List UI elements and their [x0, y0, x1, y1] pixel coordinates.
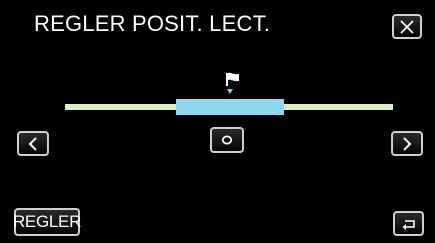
close-button[interactable] — [392, 14, 422, 39]
next-button[interactable] — [391, 131, 423, 156]
return-icon — [402, 219, 415, 230]
chevron-right-icon — [403, 136, 412, 151]
chevron-left-icon — [28, 136, 37, 151]
flag-icon — [226, 72, 239, 94]
set-button-label: REGLER — [12, 212, 82, 231]
center-button[interactable] — [210, 127, 244, 153]
playback-range-bar[interactable] — [176, 99, 284, 115]
circle-icon — [221, 135, 233, 145]
close-icon — [400, 19, 414, 34]
back-button[interactable] — [393, 211, 424, 236]
page-title: REGLER POSIT. LECT. — [34, 11, 271, 36]
set-button[interactable]: REGLER — [12, 208, 82, 236]
previous-button[interactable] — [17, 131, 49, 156]
